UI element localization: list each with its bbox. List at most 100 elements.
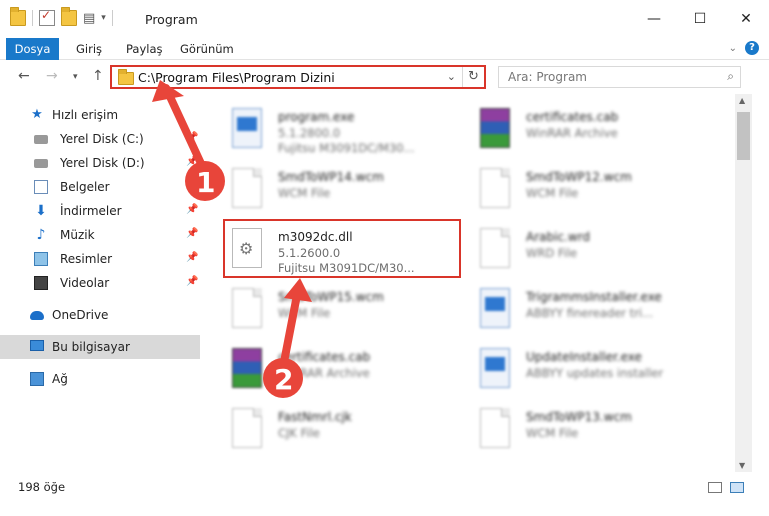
file-name: FastNmrl.cjk [278,410,352,424]
refresh-icon[interactable]: ↻ [462,67,484,87]
rar-icon [232,348,262,388]
pin-icon[interactable]: 📌 [186,204,198,215]
folder-icon[interactable] [10,7,26,26]
folder-icon [118,69,134,85]
file-item[interactable]: certificates.cab WinRAR Archive [208,340,453,398]
drive-icon [34,135,48,144]
sidebar-item-this-pc[interactable]: Bu bilgisayar [0,335,200,359]
pin-icon[interactable]: 📌 [186,132,198,143]
toolbar-divider [32,10,33,26]
sidebar-item-label: Videolar [60,276,110,290]
file-name: UpdateInstaller.exe [526,350,642,364]
help-icon[interactable]: ? [745,41,759,55]
sidebar-item-label: Müzik [60,228,95,242]
drive-icon [34,159,48,168]
minimize-icon: — [647,11,661,27]
file-meta: WCM File [278,186,331,200]
file-meta: WRD File [526,246,578,260]
document-icon [232,168,262,208]
document-icon [232,408,262,448]
file-name: Arabic.wrd [526,230,591,244]
sidebar-item-network[interactable]: Ağ [0,367,200,391]
pin-icon[interactable]: 📌 [186,276,198,287]
sidebar-item-label: Hızlı erişim [52,108,119,122]
file-item[interactable]: SmdToWP13.wcm WCM File [456,400,701,458]
pin-icon[interactable]: 📌 [186,252,198,263]
file-name: certificates.cab [278,350,371,364]
video-icon [34,276,48,290]
view-options-icon[interactable]: ▤ [83,11,95,26]
forward-arrow-icon[interactable]: → [46,68,58,84]
file-meta: WinRAR Archive [278,366,370,380]
file-item[interactable]: SmdToWP15.wcm WCM File [208,280,453,338]
exe-icon [232,108,262,148]
close-button[interactable]: ✕ [723,0,769,38]
document-icon [480,168,510,208]
new-folder-icon[interactable] [61,7,77,26]
file-item[interactable]: program.exe 5.1.2800.0 Fujitsu M3091DC/M… [208,100,453,158]
quick-access-toolbar: ▤ ▾ [10,7,113,26]
sidebar-item-label: Bu bilgisayar [52,340,130,354]
sidebar-item-label: İndirmeler [60,204,122,218]
vertical-scrollbar[interactable]: ▲ ▼ [735,94,752,472]
details-view-icon[interactable] [708,482,722,493]
sidebar-item-videos[interactable]: Videolar 📌 [0,271,200,295]
tab-file[interactable]: Dosya [6,38,59,60]
minimize-button[interactable]: — [631,0,677,38]
file-name: certificates.cab [526,110,619,124]
sidebar-item-local-disk-d[interactable]: Yerel Disk (D:) 📌 [0,151,200,175]
chevron-down-icon[interactable]: ⌄ [447,70,456,83]
sidebar-item-music[interactable]: ♪ Müzik 📌 [0,223,200,247]
document-icon [480,228,510,268]
address-bar[interactable]: C:\Program Files\Program Dizini ⌄ ↻ [110,65,486,89]
file-item[interactable]: Arabic.wrd WRD File [456,220,701,278]
search-box[interactable]: Ara: Program ⌕ [498,66,741,88]
file-item[interactable]: SmdToWP12.wcm WCM File [456,160,701,218]
pin-icon[interactable]: 📌 [186,228,198,239]
file-item[interactable]: FastNmrl.cjk CJK File [208,400,453,458]
recent-locations-icon[interactable]: ▾ [73,72,78,82]
up-arrow-icon[interactable]: ↑ [92,68,104,84]
pin-icon[interactable]: 📌 [186,180,198,191]
exe-icon [480,288,510,328]
sidebar-item-quick-access[interactable]: ★ Hızlı erişim [0,103,200,127]
file-item[interactable]: TrigrammsInstaller.exe ABBYY finereader … [456,280,701,338]
expand-ribbon-icon[interactable]: ⌄ [729,43,737,54]
sidebar-item-local-disk-c[interactable]: Yerel Disk (C:) 📌 [0,127,200,151]
music-icon: ♪ [36,227,46,243]
download-icon: ⬇ [35,203,47,219]
tab-share[interactable]: Paylaş [126,38,163,60]
file-meta: 5.1.2800.0 [278,126,341,140]
file-item[interactable]: certificates.cab WinRAR Archive [456,100,701,158]
file-meta: CJK File [278,426,320,440]
item-count: 198 öğe [18,480,66,494]
toolbar-divider [111,10,113,26]
sidebar-item-downloads[interactable]: ⬇ İndirmeler 📌 [0,199,200,223]
scrollbar-thumb[interactable] [737,112,750,160]
file-item[interactable]: SmdToWP14.wcm WCM File [208,160,453,218]
maximize-button[interactable]: ☐ [677,0,723,38]
window-title: Program [145,12,198,27]
file-list: program.exe 5.1.2800.0 Fujitsu M3091DC/M… [204,94,735,472]
file-name: TrigrammsInstaller.exe [526,290,662,304]
scroll-down-icon[interactable]: ▼ [739,461,745,470]
tab-view[interactable]: Görünüm [180,38,234,60]
properties-icon[interactable] [39,8,55,26]
file-meta: ABBYY finereader tri... [526,306,654,320]
sidebar-item-pictures[interactable]: Resimler 📌 [0,247,200,271]
star-icon: ★ [31,107,43,122]
address-path: C:\Program Files\Program Dizini [138,70,335,85]
file-item[interactable]: UpdateInstaller.exe ABBYY updates instal… [456,340,701,398]
sidebar-item-onedrive[interactable]: OneDrive [0,303,200,327]
scroll-up-icon[interactable]: ▲ [739,96,745,105]
pin-icon[interactable]: 📌 [186,156,198,167]
document-icon [480,408,510,448]
file-name: SmdToWP14.wcm [278,170,384,184]
tiles-view-icon[interactable] [730,482,744,493]
customize-toolbar-icon[interactable]: ▾ [101,13,106,23]
back-arrow-icon[interactable]: ← [18,68,30,84]
search-icon: ⌕ [727,69,734,83]
tab-home[interactable]: Giriş [76,38,102,60]
sidebar-item-label: OneDrive [52,308,109,322]
sidebar-item-documents[interactable]: Belgeler 📌 [0,175,200,199]
